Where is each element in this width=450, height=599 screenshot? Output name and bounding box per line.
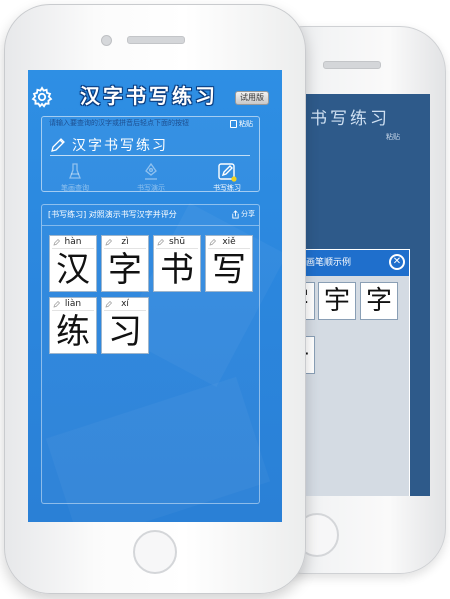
back-app-title: 书写练习 [310, 109, 390, 129]
search-panel: 请输入要查询的汉字或拼音后轻点下面的按钮 粘贴 汉字书写练习 笔画查询 书写演示… [41, 116, 260, 192]
pinyin: liàn [64, 299, 82, 309]
paste-button[interactable]: 粘贴 [230, 119, 253, 129]
share-label: 分享 [241, 210, 255, 218]
stroke-order-panel: 笔画笔顺示例 ✕ 字 宇 字 子 [290, 249, 410, 496]
speaker-grille [127, 36, 185, 44]
stroke-step: 字 [360, 282, 398, 320]
back-phone-screen: 书写练习 粘贴 笔画笔顺示例 ✕ 字 宇 字 子 [290, 94, 430, 496]
char-card-han[interactable]: hàn 汉 [49, 235, 97, 292]
title-char: 汉 [80, 84, 101, 108]
hanzi: 写 [212, 250, 246, 290]
title-char: 写 [149, 84, 170, 108]
brush-search-icon [69, 163, 81, 179]
tool-writing-practice[interactable]: 书写练习 [206, 162, 248, 193]
front-phone-screen: 汉 字 书 写 练 习 试用版 请输入要查询的汉字或拼音后轻点下面的按钮 粘贴 … [28, 70, 282, 522]
divider [42, 225, 259, 226]
pinyin: xiě [222, 237, 236, 247]
pen-demo-icon [145, 162, 157, 180]
hanzi: 练 [56, 312, 90, 352]
input-underline [50, 155, 250, 156]
close-icon[interactable]: ✕ [389, 254, 405, 270]
title-char: 书 [126, 84, 147, 108]
app-title: 汉 字 书 写 练 习 [80, 83, 216, 109]
tool-label: 书写演示 [137, 184, 165, 192]
char-card-xie[interactable]: xiě 写 [205, 235, 253, 292]
tool-label: 书写练习 [213, 184, 241, 192]
char-card-shu[interactable]: shū 书 [153, 235, 201, 292]
pinyin: hàn [64, 237, 82, 247]
pinyin: shū [168, 237, 186, 247]
pinyin: xí [121, 299, 129, 309]
pencil-icon [51, 138, 65, 152]
home-button[interactable] [133, 530, 177, 574]
paste-label: 粘贴 [239, 120, 253, 128]
title-char: 字 [103, 84, 124, 108]
speaker-grille [323, 61, 381, 69]
title-char: 习 [195, 84, 216, 108]
stroke-order-panel-header: 笔画笔顺示例 ✕ [291, 250, 409, 276]
search-input[interactable]: 汉字书写练习 [72, 135, 168, 155]
practice-panel: [书写练习] 对照演示书写汉字并评分 分享 hàn 汉 zì 字 shū 书 x… [41, 204, 260, 504]
stroke-step: 宇 [318, 282, 356, 320]
gear-icon[interactable] [31, 86, 53, 108]
input-hint: 请输入要查询的汉字或拼音后轻点下面的按钮 [49, 119, 189, 127]
hanzi: 字 [108, 250, 142, 290]
char-card-xi[interactable]: xí 习 [101, 297, 149, 354]
tool-label: 笔画查询 [61, 184, 89, 192]
title-char: 练 [172, 84, 193, 108]
tool-writing-demo[interactable]: 书写演示 [130, 162, 172, 193]
trial-version-badge[interactable]: 试用版 [235, 91, 269, 105]
hanzi: 汉 [56, 250, 90, 290]
char-card-zi[interactable]: zì 字 [101, 235, 149, 292]
back-paste-label[interactable]: 粘贴 [386, 132, 400, 142]
camera-icon [101, 35, 112, 46]
practice-header: [书写练习] 对照演示书写汉字并评分 [48, 210, 177, 219]
clipboard-icon [230, 120, 237, 128]
write-practice-icon [218, 163, 237, 182]
share-icon [232, 209, 239, 219]
hanzi: 书 [160, 250, 194, 290]
tool-stroke-lookup[interactable]: 笔画查询 [54, 162, 96, 193]
char-card-lian[interactable]: liàn 练 [49, 297, 97, 354]
pinyin: zì [121, 237, 129, 247]
hanzi: 习 [108, 312, 142, 352]
share-button[interactable]: 分享 [231, 209, 255, 219]
